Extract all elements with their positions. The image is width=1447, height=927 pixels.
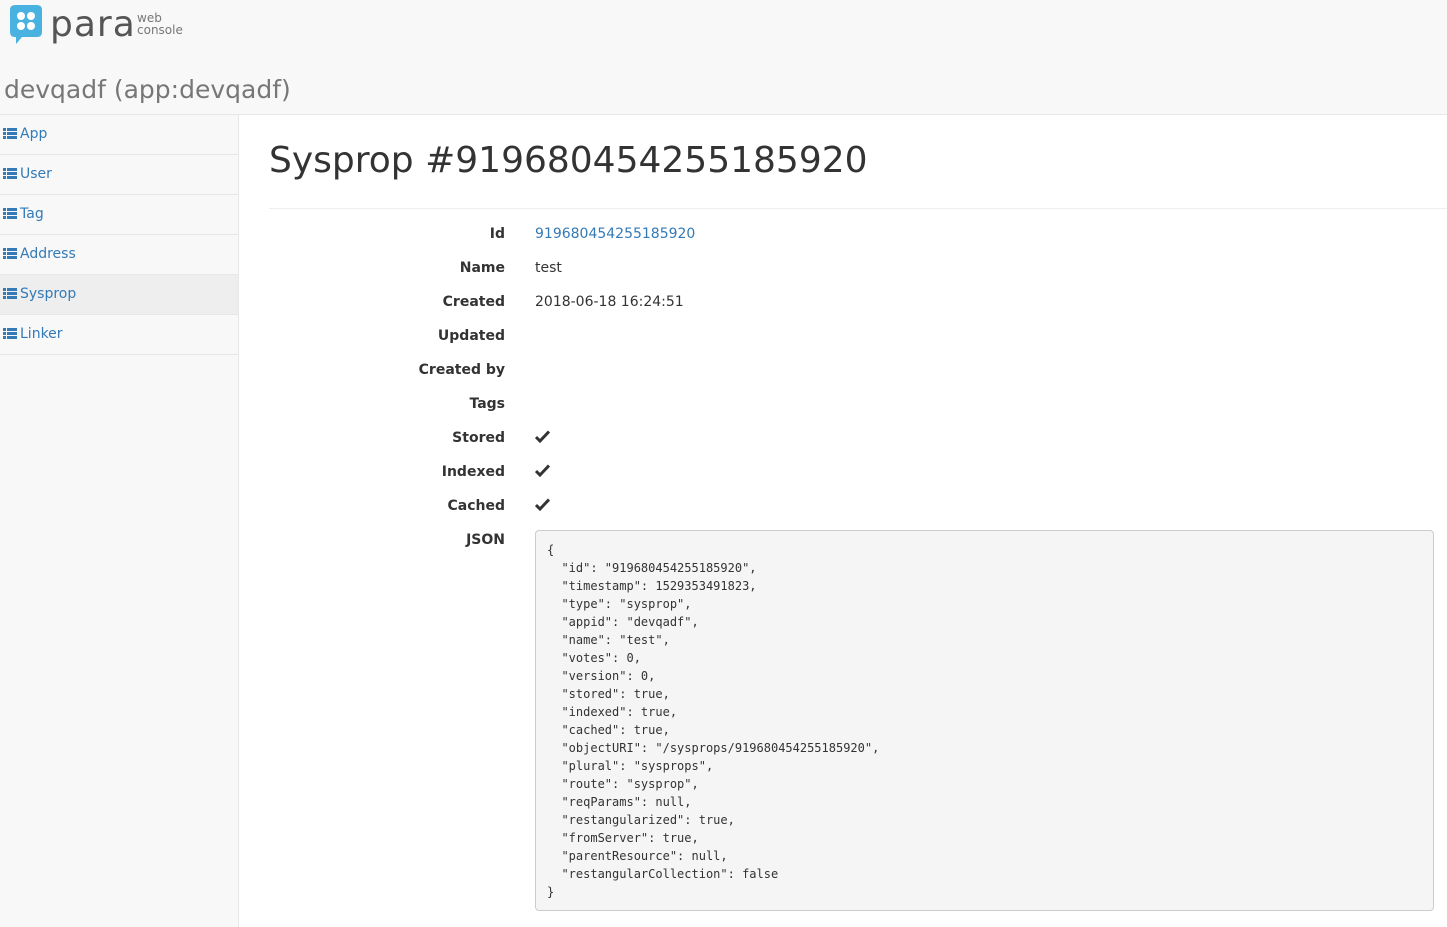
property-row-created-by: Created by (269, 358, 1447, 382)
property-label: Created (442, 294, 505, 310)
property-label: JSON (466, 532, 505, 548)
property-label: Stored (452, 430, 505, 446)
sidebar-item-label: Address (20, 246, 76, 262)
property-row-cached: Cached (269, 494, 1447, 518)
check-icon (535, 498, 550, 511)
para-logo-icon (10, 5, 42, 44)
property-value: 919680454255185920 (535, 222, 695, 246)
check-icon (535, 464, 550, 477)
list-icon (3, 208, 17, 219)
sidebar-item-tag[interactable]: Tag (0, 195, 238, 235)
check-icon (535, 430, 550, 443)
list-icon (3, 128, 17, 139)
sidebar-item-label: App (20, 126, 48, 142)
property-value: 2018-06-18 16:24:51 (535, 294, 684, 310)
property-value (535, 460, 550, 484)
sidebar-item-label: User (20, 166, 52, 182)
sidebar-item-sysprop[interactable]: Sysprop (0, 275, 238, 315)
sidebar-item-label: Sysprop (20, 286, 77, 302)
brand-subtitle-line2: console (137, 23, 183, 37)
property-row-tags: Tags (269, 392, 1447, 416)
property-value: test (535, 260, 562, 276)
property-value (535, 426, 550, 450)
list-icon (3, 328, 17, 339)
property-row-name: Name test (269, 256, 1447, 280)
sidebar-item-label: Linker (20, 326, 63, 342)
property-row-created: Created 2018-06-18 16:24:51 (269, 290, 1447, 314)
title-divider (269, 208, 1447, 209)
sidebar-item-user[interactable]: User (0, 155, 238, 195)
sidebar-item-address[interactable]: Address (0, 235, 238, 275)
brand-name: para (50, 4, 136, 45)
brand-logo[interactable]: para web console (6, 4, 186, 48)
sidebar-item-linker[interactable]: Linker (0, 315, 238, 355)
page-title: Sysprop #919680454255185920 (269, 140, 868, 181)
property-label: Created by (418, 362, 505, 378)
property-row-id: Id 919680454255185920 (269, 222, 1447, 246)
json-code-block[interactable]: { "id": "919680454255185920", "timestamp… (535, 530, 1434, 911)
sidebar: App User Tag Address Sysprop Linker (0, 115, 239, 927)
property-label: Name (459, 260, 505, 276)
main-content: Sysprop #919680454255185920 Id 919680454… (269, 115, 1447, 927)
property-label: Id (489, 226, 505, 242)
brand-subtitle: web console (137, 12, 183, 36)
property-label: Indexed (441, 464, 505, 480)
property-value (535, 494, 550, 518)
id-link[interactable]: 919680454255185920 (535, 226, 695, 242)
app-title: devqadf (app:devqadf) (4, 75, 291, 104)
list-icon (3, 248, 17, 259)
sidebar-item-app[interactable]: App (0, 115, 238, 155)
property-row-updated: Updated (269, 324, 1447, 348)
property-row-stored: Stored (269, 426, 1447, 450)
top-header: para web console devqadf (app:devqadf) (0, 0, 1447, 115)
sidebar-item-label: Tag (20, 206, 44, 222)
property-label: Cached (447, 498, 505, 514)
property-label: Tags (469, 396, 505, 412)
property-row-indexed: Indexed (269, 460, 1447, 484)
list-icon (3, 168, 17, 179)
property-label: Updated (437, 328, 505, 344)
list-icon (3, 288, 17, 299)
